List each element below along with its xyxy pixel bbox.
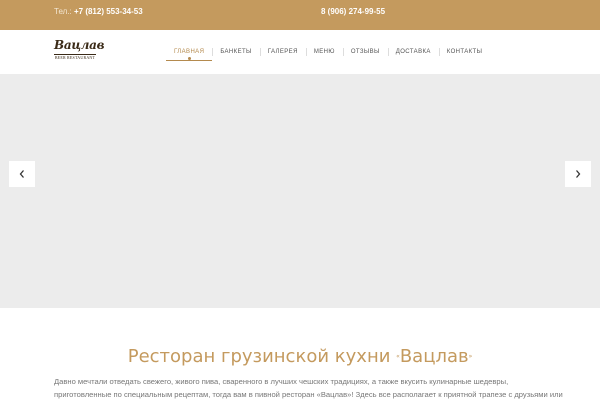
logo-script: Вацлав bbox=[54, 38, 105, 52]
site-header: Вацлав BEER RESTAURANT ГЛАВНАЯ БАНКЕТЫ Г… bbox=[0, 30, 600, 75]
nav-item-banquets[interactable]: БАНКЕТЫ bbox=[212, 30, 259, 74]
main-nav: ГЛАВНАЯ БАНКЕТЫ ГАЛЕРЕЯ МЕНЮ ОТЗЫВЫ ДОСТ… bbox=[166, 30, 490, 74]
page-title-text: Ресторан грузинской кухни bbox=[127, 346, 391, 367]
nav-item-contacts[interactable]: КОНТАКТЫ bbox=[438, 30, 491, 74]
intro-paragraph: Давно мечтали отведать свежего, живого п… bbox=[54, 375, 563, 401]
intro-line: Давно мечтали отведать свежего, живого п… bbox=[54, 377, 509, 386]
nav-item-label: ОТЗЫВЫ bbox=[350, 49, 380, 55]
chevron-left-icon bbox=[19, 170, 24, 178]
main-content: Ресторан грузинской кухни «Вацлав» Давно… bbox=[0, 308, 600, 400]
nav-item-home[interactable]: ГЛАВНАЯ bbox=[166, 30, 213, 74]
nav-item-label: БАНКЕТЫ bbox=[220, 49, 252, 55]
slider-prev-button[interactable] bbox=[9, 161, 35, 187]
nav-item-label: ДОСТАВКА bbox=[395, 49, 431, 55]
nav-item-gallery[interactable]: ГАЛЕРЕЯ bbox=[259, 30, 306, 74]
slider-next-button[interactable] bbox=[565, 161, 591, 187]
nav-item-label: ГЛАВНАЯ bbox=[174, 49, 205, 55]
nav-item-label: КОНТАКТЫ bbox=[446, 49, 483, 55]
active-dot bbox=[187, 57, 191, 60]
phone-label: Тел.: bbox=[54, 7, 72, 16]
active-underline bbox=[166, 60, 213, 61]
site-logo[interactable]: Вацлав BEER RESTAURANT bbox=[54, 38, 105, 66]
phone-mobile[interactable]: 8 (906) 274-99-55 bbox=[321, 7, 385, 17]
page-title: Ресторан грузинской кухни «Вацлав» bbox=[0, 346, 600, 368]
nav-item-label: МЕНЮ bbox=[313, 49, 335, 55]
restaurant-name: Вацлав bbox=[399, 346, 469, 367]
top-contact-bar: Тел.: +7 (812) 553-34-53 8 (906) 274-99-… bbox=[0, 0, 600, 30]
nav-item-menu[interactable]: МЕНЮ bbox=[305, 30, 343, 74]
nav-item-delivery[interactable]: ДОСТАВКА bbox=[387, 30, 439, 74]
chevron-right-icon bbox=[576, 170, 581, 178]
nav-item-reviews[interactable]: ОТЗЫВЫ bbox=[342, 30, 388, 74]
intro-line: приготовленные по специальным рецептам, … bbox=[54, 390, 563, 399]
nav-item-label: ГАЛЕРЕЯ bbox=[267, 49, 298, 55]
hero-slider bbox=[0, 75, 600, 308]
logo-subtitle: BEER RESTAURANT bbox=[54, 54, 96, 60]
phone-main[interactable]: Тел.: +7 (812) 553-34-53 bbox=[54, 7, 143, 17]
quote-close: » bbox=[468, 353, 473, 360]
phone-main-number[interactable]: +7 (812) 553-34-53 bbox=[74, 7, 143, 16]
